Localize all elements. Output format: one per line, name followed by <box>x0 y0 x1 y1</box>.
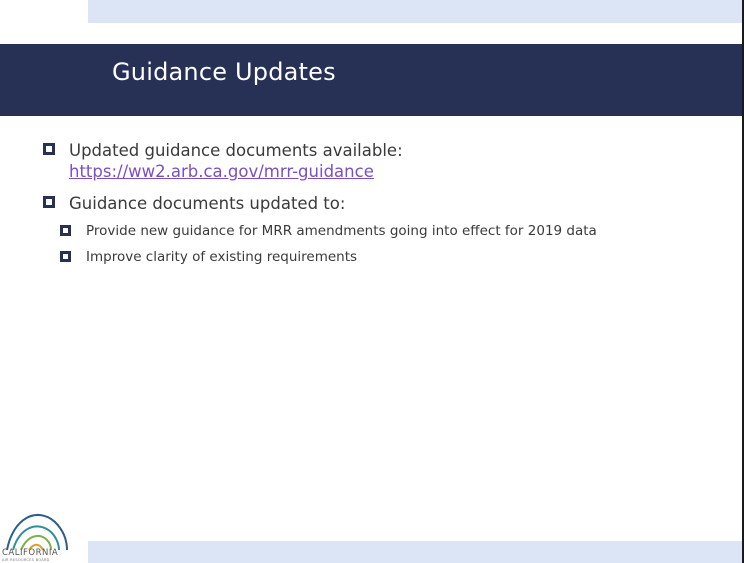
sub-bullet-clarity: Improve clarity of existing requirements <box>43 248 703 266</box>
square-bullet-icon <box>43 196 55 208</box>
slide-title: Guidance Updates <box>112 58 336 86</box>
sub-bullet-text: Provide new guidance for MRR amendments … <box>86 223 597 239</box>
logo-wordmark: CALIFORNIA <box>2 548 59 558</box>
slide-content: Updated guidance documents available: ht… <box>43 140 703 274</box>
bullet-text: Updated guidance documents available: <box>69 141 403 160</box>
slide: Guidance Updates Updated guidance docume… <box>0 0 744 563</box>
sub-bullet-text: Improve clarity of existing requirements <box>86 249 358 265</box>
square-bullet-icon <box>60 225 71 236</box>
top-accent-strip <box>88 0 742 23</box>
sub-bullet-mrr-amendments: Provide new guidance for MRR amendments … <box>43 222 703 240</box>
square-bullet-icon <box>60 251 71 262</box>
bullet-guidance-available: Updated guidance documents available: ht… <box>43 140 703 182</box>
bullet-text: Guidance documents updated to: <box>69 194 346 213</box>
bottom-accent-strip <box>88 541 742 563</box>
sub-bullet-list: Provide new guidance for MRR amendments … <box>43 222 703 266</box>
square-bullet-icon <box>43 143 55 155</box>
bullet-guidance-updated: Guidance documents updated to: <box>43 193 703 214</box>
guidance-link[interactable]: https://ww2.arb.ca.gov/mrr-guidance <box>69 162 374 181</box>
logo-subtext: AIR RESOURCES BOARD <box>2 558 50 562</box>
